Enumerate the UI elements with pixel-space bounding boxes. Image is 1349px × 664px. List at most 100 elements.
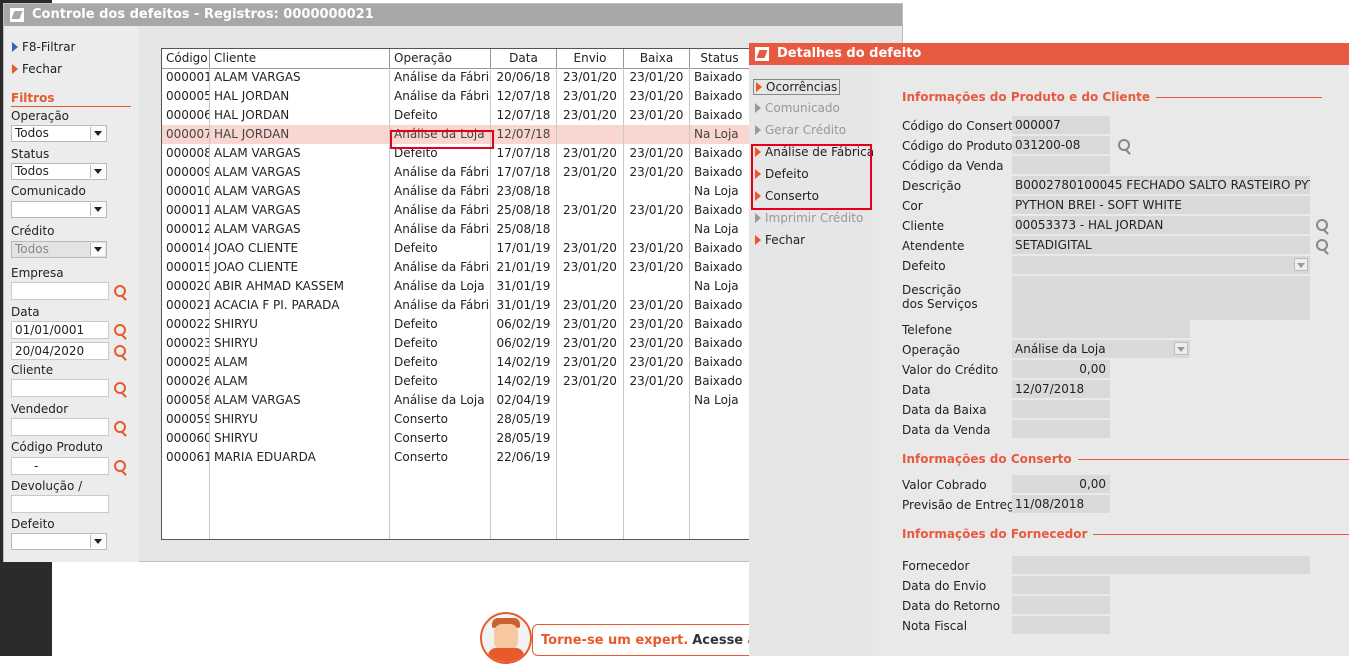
table-row[interactable]: 000006 HAL JORDAN Defeito 12/07/18 23/01/20 2… [162,106,750,125]
menu-comunicado[interactable]: Comunicado [755,101,840,115]
defeito-select[interactable] [11,533,107,550]
chevron-down-icon[interactable] [90,535,105,548]
search-icon[interactable] [1316,219,1328,231]
column-header[interactable]: Data [491,49,557,68]
data-envio-label: Data do Envio [902,579,987,593]
column-header[interactable]: Código [162,49,210,68]
cliente-input[interactable] [11,379,109,397]
descricao-servicos-field[interactable] [1012,276,1310,320]
table-cell: ACACIA F PI. PARADA [210,296,390,315]
table-row[interactable]: 000012ALAM VARGASAnálise da Fábrica25/08… [162,220,750,239]
table-row[interactable]: 000023 SHIRYU Defeito 06/02/19 23/01/20 23/01… [162,334,750,353]
defeito-select[interactable] [1012,256,1310,274]
table-row[interactable]: 000021 ACACIA F PI. PARADA Análise da Fábr… [162,296,750,315]
previsao-field[interactable]: 11/08/2018 [1012,495,1110,513]
chevron-down-icon[interactable] [1174,342,1188,355]
atendente-field[interactable]: SETADIGITAL [1012,236,1310,254]
cliente-field[interactable]: 00053373 - HAL JORDAN [1012,216,1310,234]
column-header[interactable]: Status [690,49,750,68]
promo-banner[interactable]: Torne-se um expert. Acesse aqu [478,610,784,664]
close-link[interactable]: Fechar [12,62,62,76]
table-row[interactable]: 000020 ABIR AHMAD KASSEM Análise da Loja 31… [162,277,750,296]
menu-ocorrencias[interactable]: Ocorrências [753,79,841,95]
table-row[interactable]: 000060 SHIRYU Conserto 28/05/19 [162,429,750,448]
chevron-down-icon[interactable] [90,203,105,216]
table-cell: Análise da Fábrica [390,201,491,220]
table-cell [624,125,690,144]
data-field[interactable]: 12/07/2018 [1012,380,1110,398]
codigo-produto-input[interactable]: - [11,457,109,475]
empresa-input[interactable] [11,282,109,300]
section-heading-product: Informações do Produto e do Cliente [902,90,1322,104]
table-row[interactable]: 000009ALAM VARGASAnálise da Fábrica17/07… [162,163,750,182]
comunicado-select[interactable] [11,201,107,218]
vendedor-input[interactable] [11,418,109,436]
table-row[interactable]: 000061 MARIA EDUARDA Conserto 22/06/19 [162,448,750,467]
table-cell: Conserto [390,410,491,429]
filter-link[interactable]: F8-Filtrar [12,40,76,54]
chevron-down-icon[interactable] [90,165,105,178]
column-header[interactable]: Baixa [624,49,690,68]
operacao-select[interactable]: Todos [11,125,107,142]
column-header[interactable]: Operação [390,49,491,68]
table-row[interactable]: 000001ALAM VARGASAnálise da Fábrica20/06… [162,68,750,87]
table-row[interactable]: 000014 JOAO CLIENTE Defeito 17/01/19 23/01/2… [162,239,750,258]
chevron-down-icon[interactable] [1294,258,1308,271]
search-icon[interactable] [114,460,126,472]
fornecedor-field[interactable] [1012,556,1310,574]
cor-field[interactable]: PYTHON BREI - SOFT WHITE [1012,196,1310,214]
data-venda-field[interactable] [1012,420,1110,438]
table-cell: 23/01/20 [624,87,690,106]
search-icon[interactable] [114,421,126,433]
search-icon[interactable] [1316,239,1328,251]
credito-select[interactable]: Todos [11,241,107,258]
table-row[interactable]: 000005HAL JORDANAnálise da Fábrica12/07/… [162,87,750,106]
table-row[interactable]: 000011ALAM VARGASAnálise da Fábrica25/08… [162,201,750,220]
menu-gerar-credito[interactable]: Gerar Crédito [755,123,846,137]
column-header[interactable]: Envio [557,49,624,68]
credito-label: Crédito [11,224,55,238]
descricao-field[interactable]: B0002780100045 FECHADO SALTO RASTEIRO PY… [1012,176,1310,194]
codigo-produto-field[interactable]: 031200-08 [1012,136,1110,154]
column-header[interactable]: Cliente [210,49,390,68]
date-from-input[interactable]: 01/01/0001 [11,321,109,339]
table-cell: ALAM [210,372,390,391]
data-retorno-field[interactable] [1012,596,1110,614]
defects-grid[interactable]: Código Cliente Operação Data Envio Baixa… [161,48,757,540]
table-cell: 23/01/20 [624,296,690,315]
date-to-input[interactable]: 20/04/2020 [11,342,109,360]
operacao-select[interactable]: Análise da Loja [1012,340,1190,358]
menu-imprimir-credito[interactable]: Imprimir Crédito [755,211,863,225]
table-row[interactable]: 000026 ALAM Defeito 14/02/19 23/01/20 23/01/2… [162,372,750,391]
chevron-down-icon[interactable] [90,127,105,140]
status-select[interactable]: Todos [11,163,107,180]
telefone-field[interactable] [1012,320,1190,338]
table-row[interactable]: 000022 SHIRYU Defeito 06/02/19 23/01/20 23/01… [162,315,750,334]
calendar-search-icon[interactable] [114,324,126,336]
atendente-label: Atendente [902,239,965,253]
table-row[interactable]: 000058 ALAM VARGAS Análise da Loja 02/04/19… [162,391,750,410]
valor-cobrado-field[interactable]: 0,00 [1012,475,1110,493]
table-cell [624,448,690,467]
data-envio-field[interactable] [1012,576,1110,594]
operacao-label: Operação [11,109,70,123]
table-row[interactable]: 000015JOAO CLIENTEAnálise da Fábrica21/0… [162,258,750,277]
codigo-produto-label: Código do Produto [902,139,1013,153]
data-baixa-field[interactable] [1012,400,1110,418]
valor-credito-field[interactable]: 0,00 [1012,360,1110,378]
vendedor-label: Vendedor [11,402,69,416]
codigo-venda-field[interactable] [1012,156,1110,174]
chevron-down-icon[interactable] [90,243,105,256]
search-icon[interactable] [114,382,126,394]
table-row[interactable]: 000059 SHIRYU Conserto 28/05/19 [162,410,750,429]
nota-fiscal-field[interactable] [1012,616,1110,634]
search-icon[interactable] [114,285,126,297]
menu-fechar[interactable]: Fechar [755,233,805,247]
calendar-search-icon[interactable] [114,345,126,357]
devolucao-input[interactable] [11,495,109,513]
codigo-conserto-field: 000007 [1012,116,1110,134]
table-row[interactable]: 000025 ALAM Defeito 14/02/19 23/01/20 23/01/2… [162,353,750,372]
table-cell: SHIRYU [210,410,390,429]
table-row[interactable]: 000010ALAM VARGASAnálise da Fábrica23/08… [162,182,750,201]
search-icon[interactable] [1118,139,1130,151]
